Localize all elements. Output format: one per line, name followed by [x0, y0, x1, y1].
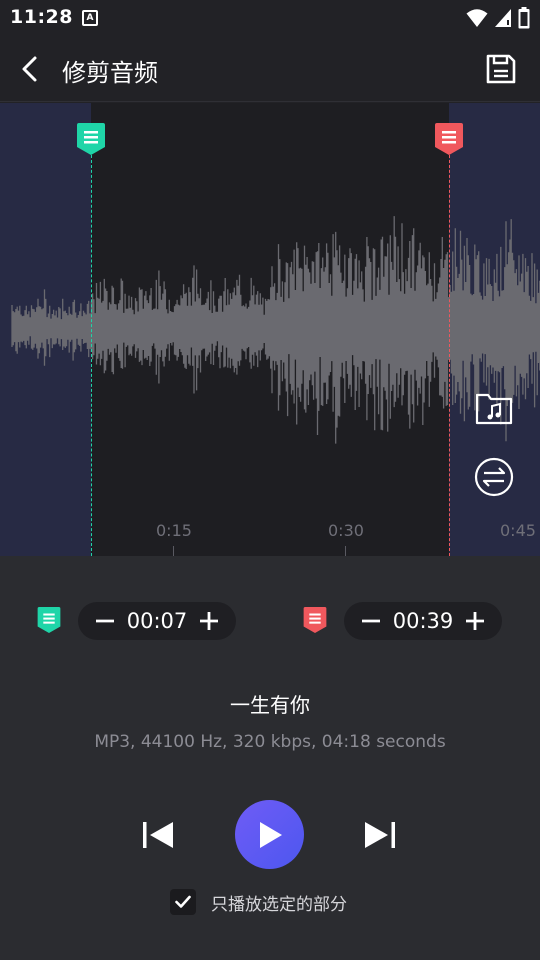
start-time-stepper: 00:07	[78, 602, 236, 640]
music-folder-icon	[475, 393, 513, 425]
status-time: 11:28	[10, 6, 73, 28]
minus-icon	[362, 619, 380, 623]
start-time-decrease-button[interactable]	[90, 606, 120, 636]
skip-next-icon	[365, 822, 395, 848]
end-time-increase-button[interactable]	[460, 606, 490, 636]
back-button[interactable]	[12, 51, 48, 87]
minus-icon	[96, 619, 114, 623]
start-time-value[interactable]: 00:07	[120, 609, 194, 633]
song-title: 一生有你	[230, 693, 310, 717]
start-marker-line	[91, 155, 92, 556]
skip-previous-button[interactable]	[138, 815, 178, 855]
checkmark-icon	[175, 895, 191, 908]
start-marker-icon	[37, 607, 61, 633]
tick-label: 0:45	[500, 521, 536, 540]
battery-icon	[518, 7, 530, 29]
end-marker-icon	[303, 607, 327, 633]
signal-icon	[495, 9, 511, 27]
save-button[interactable]	[482, 50, 520, 88]
swap-icon	[474, 457, 514, 497]
end-marker-line	[449, 155, 450, 556]
tick-label: 0:30	[328, 521, 364, 540]
tick-mark	[345, 546, 346, 556]
skip-next-button[interactable]	[360, 815, 400, 855]
waveform-area[interactable]: 0:15 0:30 0:45	[0, 103, 540, 556]
end-time-value[interactable]: 00:39	[386, 609, 460, 633]
plus-icon	[200, 612, 218, 630]
status-icons	[466, 7, 530, 29]
end-time-decrease-button[interactable]	[356, 606, 386, 636]
start-time-control: 00:07	[36, 602, 237, 640]
play-selected-only-checkbox[interactable]	[170, 889, 196, 915]
swap-button[interactable]	[473, 456, 515, 498]
status-bar: 11:28 A	[0, 0, 540, 36]
waveform	[11, 216, 540, 444]
plus-icon	[466, 612, 484, 630]
controls-panel: 00:07 00:39 一生有你 MP3, 44100 Hz, 320 kbps…	[0, 556, 540, 960]
song-info: MP3, 44100 Hz, 320 kbps, 04:18 seconds	[94, 732, 446, 752]
skip-previous-icon	[143, 822, 173, 848]
app-bar: 修剪音频	[0, 36, 540, 102]
end-time-control: 00:39	[302, 602, 504, 640]
music-folder-button[interactable]	[473, 387, 515, 429]
start-marker-handle[interactable]	[75, 121, 107, 157]
wifi-icon	[466, 9, 488, 27]
start-time-increase-button[interactable]	[194, 606, 224, 636]
page-title: 修剪音频	[62, 59, 158, 87]
play-selected-only-option[interactable]: 只播放选定的部分	[170, 889, 347, 915]
save-icon	[486, 54, 516, 84]
chevron-left-icon	[22, 56, 37, 82]
play-icon	[259, 821, 282, 848]
tick-mark	[173, 546, 174, 556]
play-button[interactable]	[235, 800, 304, 869]
end-marker-handle[interactable]	[433, 121, 465, 157]
play-selected-only-label: 只播放选定的部分	[211, 894, 347, 915]
tick-label: 0:15	[156, 521, 192, 540]
end-time-stepper: 00:39	[344, 602, 502, 640]
a-letter-icon: A	[82, 10, 98, 26]
